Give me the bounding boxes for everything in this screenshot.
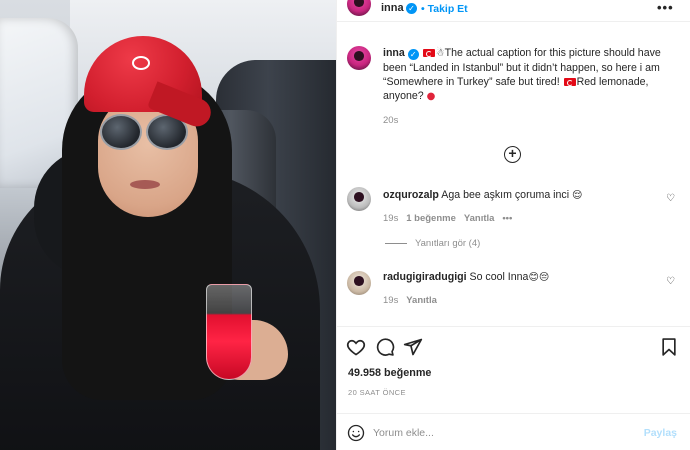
comment-more-icon[interactable]: ••• — [502, 213, 512, 224]
caption-verified-badge-icon: ✓ — [407, 49, 419, 60]
comment-emoji: 😊😔 — [528, 272, 550, 283]
comment-time: 19s — [383, 213, 399, 224]
author-username[interactable]: inna — [381, 2, 404, 14]
author-avatar[interactable] — [347, 0, 371, 16]
cap-logo — [132, 56, 150, 70]
comment-body: Aga bee aşkım çoruma inci — [441, 189, 570, 201]
post-side-panel: inna ✓ • Takip Et ••• inna ✓ ☃The actual… — [336, 0, 690, 450]
caption-avatar[interactable] — [347, 46, 371, 70]
view-replies-button[interactable]: Yanıtları gör (4) — [385, 238, 480, 249]
heart-icon[interactable] — [346, 337, 366, 357]
comment-like-heart-icon[interactable]: ♡ — [666, 193, 675, 204]
plus-circle-icon[interactable]: + — [504, 146, 521, 163]
comment-body: So cool Inna — [469, 271, 529, 283]
strawberry-icon: ● — [426, 91, 436, 102]
comment-likes[interactable]: 1 beğenme — [406, 213, 456, 224]
posted-time: 20 SAAT ÖNCE — [348, 388, 406, 397]
comment-bubble-icon[interactable] — [375, 337, 395, 357]
comment-emoji: 😌 — [572, 190, 583, 201]
caption-time: 20s — [383, 115, 399, 126]
share-comment-button[interactable]: Paylaş — [644, 427, 677, 439]
turkey-flag-icon — [422, 49, 435, 58]
comment-avatar[interactable] — [347, 187, 371, 211]
comment-meta: 19s 1 beğenme Yanıtla ••• — [383, 213, 512, 224]
turkey-flag-icon — [563, 78, 576, 87]
red-lemonade-glass — [206, 284, 252, 380]
verified-badge-icon: ✓ — [406, 3, 417, 14]
likes-count[interactable]: 49.958 beğenme — [348, 367, 431, 379]
caption-username[interactable]: inna — [383, 47, 405, 59]
post-actions: 49.958 beğenme 20 SAAT ÖNCE Paylaş — [337, 326, 690, 450]
comment-meta: 19s Yanıtla — [383, 295, 437, 306]
lips — [130, 180, 160, 189]
sunglasses-left-lens — [100, 114, 142, 150]
comment-reply-button[interactable]: Yanıtla — [406, 295, 437, 306]
post-photo[interactable] — [0, 0, 336, 450]
smiley-icon[interactable] — [347, 424, 365, 442]
view-replies-label: Yanıtları gör (4) — [415, 238, 481, 249]
add-comment-bar: Paylaş — [337, 413, 690, 450]
comment-input[interactable] — [373, 424, 623, 442]
replies-divider — [385, 242, 407, 244]
follow-button[interactable]: • Takip Et — [421, 3, 468, 15]
post-caption: inna ✓ ☃The actual caption for this pict… — [383, 46, 683, 104]
comment-text: ozqurozalp Aga bee aşkım çoruma inci 😌 — [383, 188, 653, 203]
comment-time: 19s — [383, 295, 399, 306]
more-options-icon[interactable]: ••• — [657, 0, 674, 15]
snowman-icon: ☃ — [435, 48, 445, 59]
comment-reply-button[interactable]: Yanıtla — [464, 213, 495, 224]
comment-avatar[interactable] — [347, 271, 371, 295]
post-header: inna ✓ • Takip Et ••• — [337, 0, 690, 22]
comment-text: radugigiradugigi So cool Inna😊😔 — [383, 270, 653, 285]
comment-username[interactable]: radugigiradugigi — [383, 271, 467, 283]
follow-label: Takip Et — [427, 3, 468, 15]
comment-like-heart-icon[interactable]: ♡ — [666, 276, 675, 287]
bookmark-icon[interactable] — [659, 337, 679, 357]
comment-username[interactable]: ozqurozalp — [383, 189, 439, 201]
paper-plane-icon[interactable] — [403, 337, 423, 357]
